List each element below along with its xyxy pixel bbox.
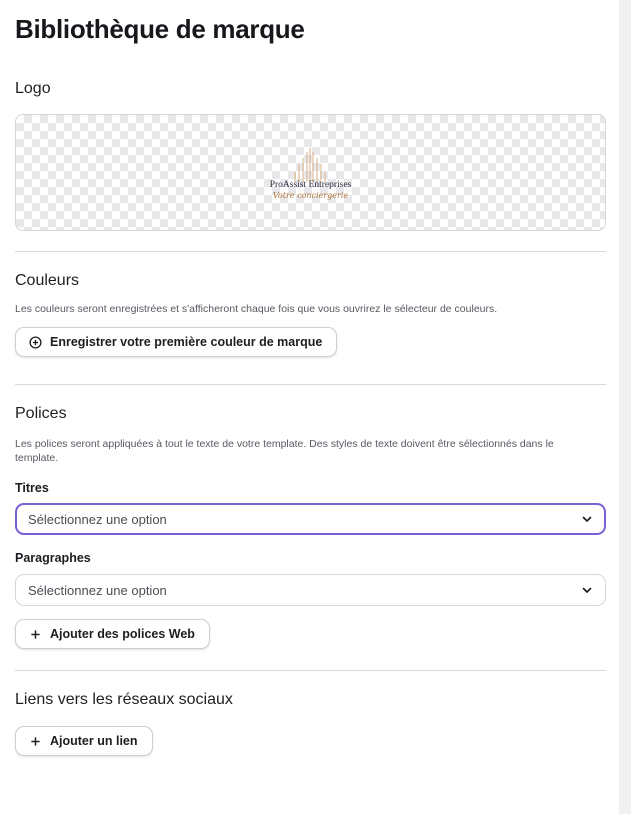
fonts-section-title: Polices	[15, 405, 67, 422]
chevron-down-icon	[581, 513, 593, 525]
scrollbar[interactable]	[619, 0, 631, 814]
paragraphs-font-label: Paragraphes	[15, 551, 91, 565]
add-brand-color-button[interactable]: Enregistrer votre première couleur de ma…	[15, 327, 338, 357]
plus-icon	[28, 627, 42, 641]
divider	[15, 670, 606, 671]
logo-upload-area[interactable]: ProAssist Entreprises Votre conciergerie	[15, 114, 606, 231]
chevron-down-icon	[581, 584, 593, 596]
fonts-description: Les polices seront appliquées à tout le …	[15, 438, 554, 464]
headings-font-label: Titres	[15, 481, 49, 495]
plus-icon	[28, 734, 42, 748]
add-web-fonts-button[interactable]: Ajouter des polices Web	[15, 619, 210, 649]
brand-logo: ProAssist Entreprises Votre conciergerie	[269, 146, 352, 200]
building-lines-icon	[295, 147, 326, 182]
add-link-button[interactable]: Ajouter un lien	[15, 726, 153, 756]
paragraphs-font-placeholder: Sélectionnez une option	[28, 582, 167, 598]
add-web-fonts-label: Ajouter des polices Web	[50, 627, 195, 641]
logo-section-title: Logo	[15, 80, 51, 97]
headings-font-placeholder: Sélectionnez une option	[28, 511, 167, 527]
colors-section-title: Couleurs	[15, 272, 80, 289]
brand-logo-tagline: Votre conciergerie	[272, 190, 349, 200]
headings-font-select[interactable]: Sélectionnez une option	[15, 503, 606, 535]
page-title: Bibliothèque de marque	[15, 14, 305, 44]
divider	[15, 251, 606, 252]
add-brand-color-label: Enregistrer votre première couleur de ma…	[50, 335, 323, 349]
plus-circle-icon	[28, 335, 42, 349]
brand-logo-name: ProAssist Entreprises	[269, 179, 352, 190]
divider	[15, 384, 606, 385]
colors-description: Les couleurs seront enregistrées et s'af…	[15, 303, 498, 315]
add-link-label: Ajouter un lien	[50, 734, 138, 748]
social-links-section-title: Liens vers les réseaux sociaux	[15, 691, 233, 708]
paragraphs-font-select[interactable]: Sélectionnez une option	[15, 574, 606, 606]
